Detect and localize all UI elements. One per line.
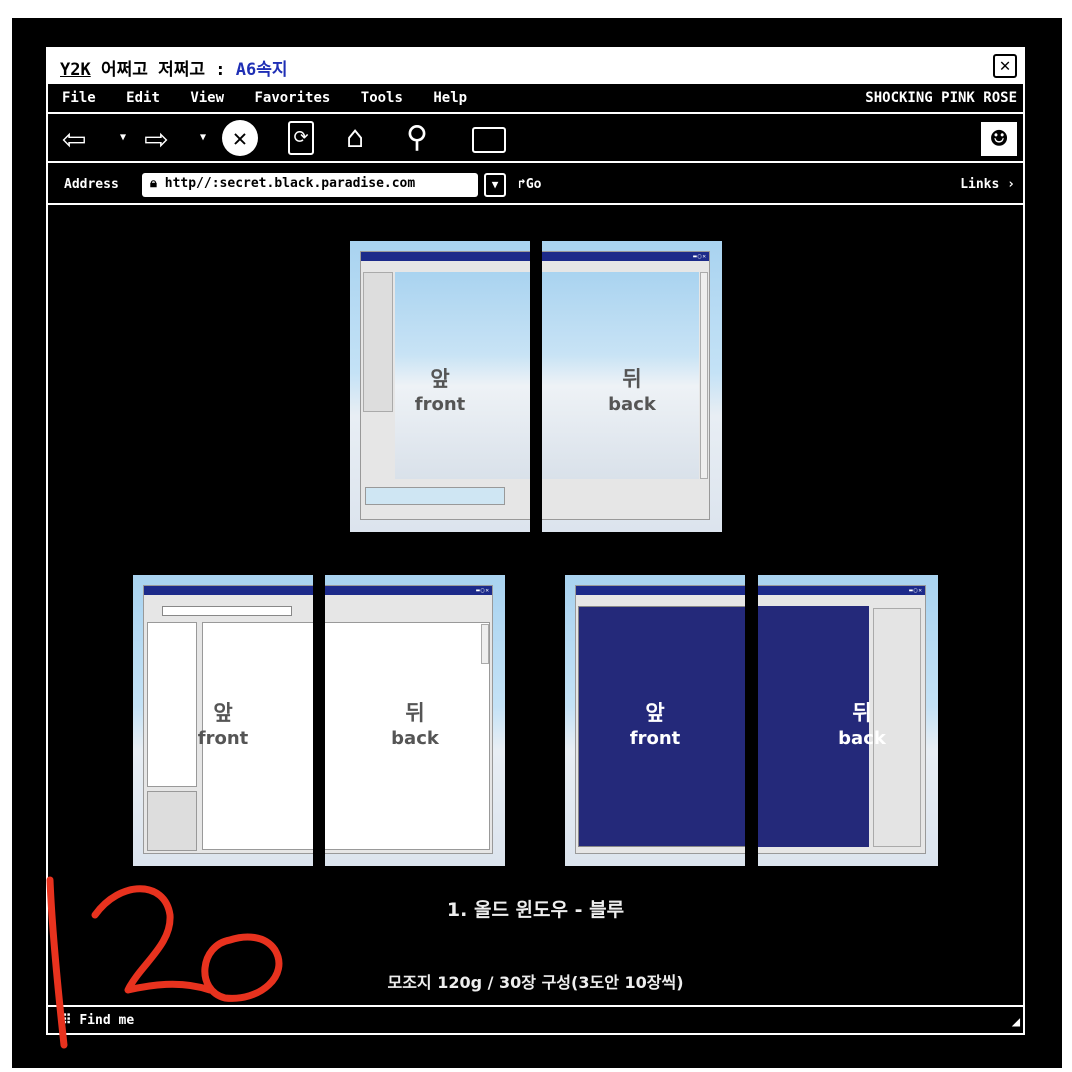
handwriting-1 — [46, 876, 68, 1049]
handwriting-2 — [91, 885, 214, 994]
handwritten-120-overlay — [46, 876, 283, 1049]
handwriting-0 — [201, 933, 283, 1002]
